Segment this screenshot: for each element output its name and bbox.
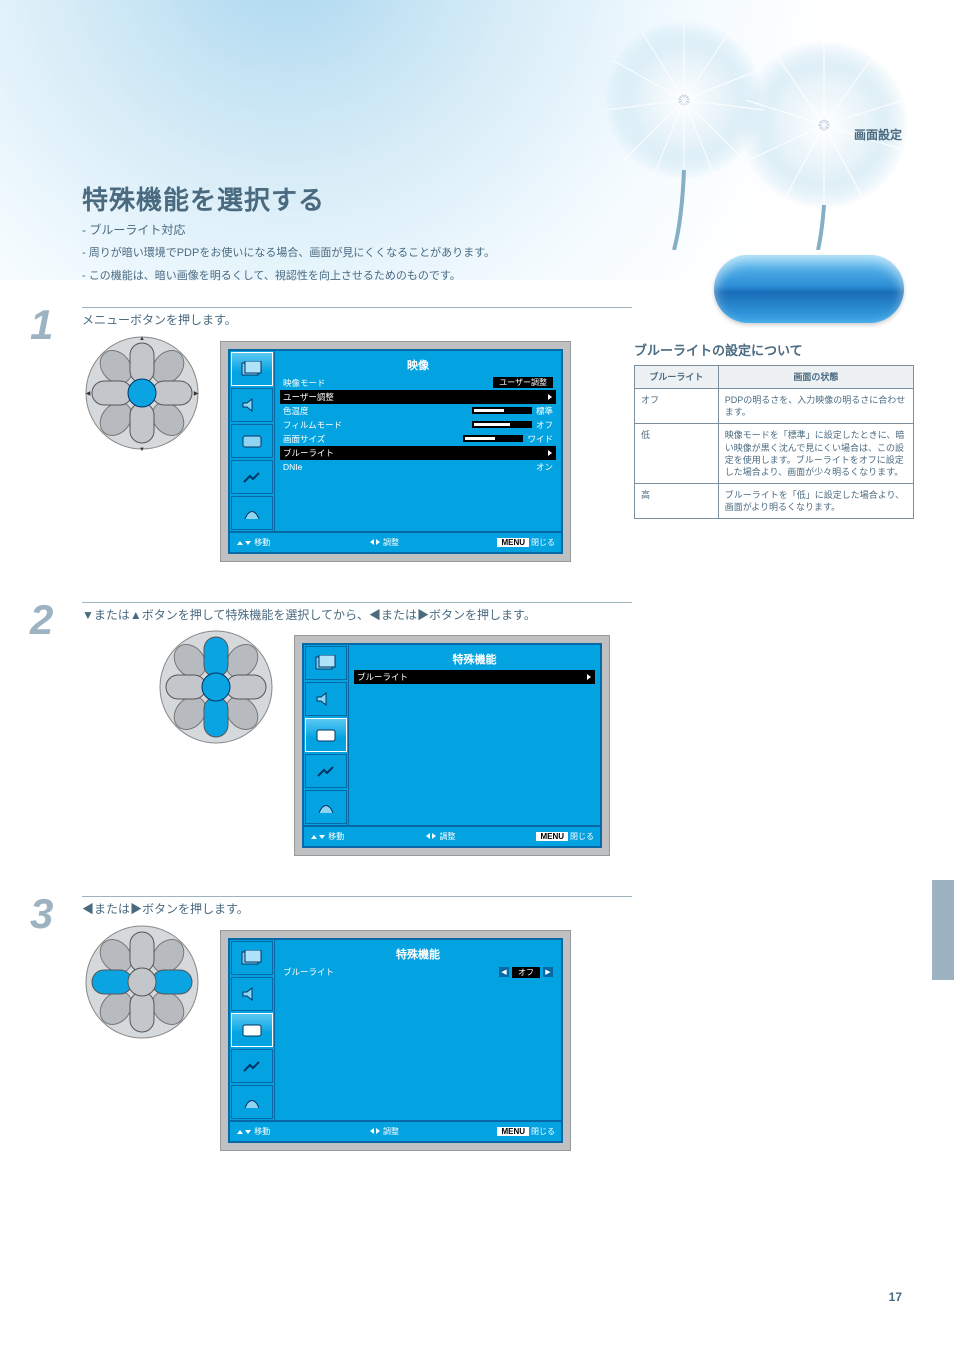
step-3: 3 ◀または▶ボタンを押します。	[82, 896, 632, 1151]
osd-tab-antenna-icon[interactable]	[231, 1085, 273, 1119]
osd-tab-video-icon[interactable]	[231, 352, 273, 386]
osd-screen-3: 特殊機能 ブルーライト ◀ オフ ▶	[220, 930, 571, 1151]
step-text: ◀または▶ボタンを押します。	[82, 896, 632, 918]
osd-footer: 移動 調整 MENU閉じる	[230, 531, 561, 552]
page-note-1: - 周りが暗い環境でPDPをお使いになる場合、画面が見にくくなることがあります。	[82, 246, 632, 261]
left-arrow-button[interactable]: ◀	[499, 967, 509, 977]
svg-text:▲: ▲	[139, 336, 145, 342]
svg-text:▼: ▼	[139, 447, 145, 453]
osd-tab-video-icon[interactable]	[231, 941, 273, 975]
step-1: 1 メニューボタンを押します。 ▲ ▼	[82, 307, 632, 562]
info-sidebar: ブルーライトの設定について ブルーライト 画面の状態 オフ PDPの明るさを、入…	[634, 340, 914, 519]
main-content: 特殊機能を選択する - ブルーライト対応 - 周りが暗い環境でPDPをお使いにな…	[82, 180, 632, 1151]
step-2: 2 ▼または▲ボタンを押して特殊機能を選択してから、◀または▶ボタンを押します。	[82, 602, 632, 857]
menu-value: ワイド	[527, 433, 553, 445]
osd-title: 映像	[283, 357, 553, 373]
page-note-2: - この機能は、暗い画像を明るくして、視認性を向上させるためのものです。	[82, 269, 632, 284]
menu-label: ブルーライト	[283, 966, 334, 978]
osd-sidebar	[230, 351, 275, 531]
table-row: 低 映像モードを「標準」に設定したときに、暗い映像が黒く沈んで見にくい場合は、こ…	[635, 424, 914, 484]
osd-tab-audio-icon[interactable]	[305, 682, 347, 716]
page-title: 特殊機能を選択する	[82, 180, 632, 217]
bluelight-table: ブルーライト 画面の状態 オフ PDPの明るさを、入力映像の明るさに合わせます。…	[634, 365, 914, 519]
table-row: オフ PDPの明るさを、入力映像の明るさに合わせます。	[635, 389, 914, 424]
osd-tab-feature-icon[interactable]	[231, 1013, 273, 1047]
menu-label: 映像モード	[283, 377, 326, 389]
dpad-icon-center: ▲ ▼ ◀ ▶	[82, 333, 202, 453]
step-text: メニューボタンを押します。	[82, 307, 632, 329]
osd-tab-setup-icon[interactable]	[305, 754, 347, 788]
osd-title: 特殊機能	[283, 946, 553, 962]
step-number: 3	[30, 890, 53, 938]
chapter-label: 画面設定	[854, 126, 902, 143]
menu-label[interactable]: ブルーライト	[283, 447, 334, 459]
right-arrow-button[interactable]: ▶	[543, 967, 553, 977]
osd-screen-2: 特殊機能 ブルーライト 移動 調整 MENU閉じる	[294, 635, 610, 856]
dpad-icon-updown	[156, 627, 276, 747]
osd-tab-audio-icon[interactable]	[231, 388, 273, 422]
osd-tab-antenna-icon[interactable]	[305, 790, 347, 824]
page-subtitle: - ブルーライト対応	[82, 221, 632, 238]
osd-title: 特殊機能	[357, 651, 592, 667]
osd-tab-setup-icon[interactable]	[231, 460, 273, 494]
menu-label: DNIe	[283, 462, 302, 472]
table-header: 画面の状態	[718, 366, 913, 389]
menu-value: オン	[536, 461, 553, 473]
menu-label: フィルムモード	[283, 419, 342, 431]
sidebar-title: ブルーライトの設定について	[634, 340, 914, 359]
svg-text:◀: ◀	[86, 391, 91, 397]
osd-tab-video-icon[interactable]	[305, 646, 347, 680]
menu-value: オフ	[512, 967, 540, 978]
osd-tab-feature-icon[interactable]	[305, 718, 347, 752]
dpad-icon-leftright	[82, 922, 202, 1042]
step-number: 2	[30, 596, 53, 644]
page-tab	[932, 880, 954, 980]
osd-tab-feature-icon[interactable]	[231, 424, 273, 458]
table-header: ブルーライト	[635, 366, 719, 389]
osd-tab-setup-icon[interactable]	[231, 1049, 273, 1083]
menu-value: オフ	[536, 419, 553, 431]
menu-value: ユーザー調整	[493, 377, 553, 388]
menu-label: 色温度	[283, 405, 309, 417]
menu-value: 標準	[536, 405, 553, 417]
page-number: 17	[889, 1290, 902, 1304]
step-number: 1	[30, 301, 53, 349]
osd-tab-audio-icon[interactable]	[231, 977, 273, 1011]
table-row: 高 ブルーライトを「低」に設定した場合より、画面がより明るくなります。	[635, 483, 914, 518]
menu-label[interactable]: ブルーライト	[357, 671, 408, 683]
osd-tab-antenna-icon[interactable]	[231, 496, 273, 530]
menu-label[interactable]: ユーザー調整	[283, 391, 334, 403]
decorative-pill	[714, 255, 904, 323]
osd-screen-1: 映像 映像モードユーザー調整 ユーザー調整 色温度標準 フィルムモードオフ 画面…	[220, 341, 571, 562]
menu-label: 画面サイズ	[283, 433, 325, 445]
svg-text:▶: ▶	[194, 391, 199, 397]
step-text: ▼または▲ボタンを押して特殊機能を選択してから、◀または▶ボタンを押します。	[82, 602, 632, 624]
